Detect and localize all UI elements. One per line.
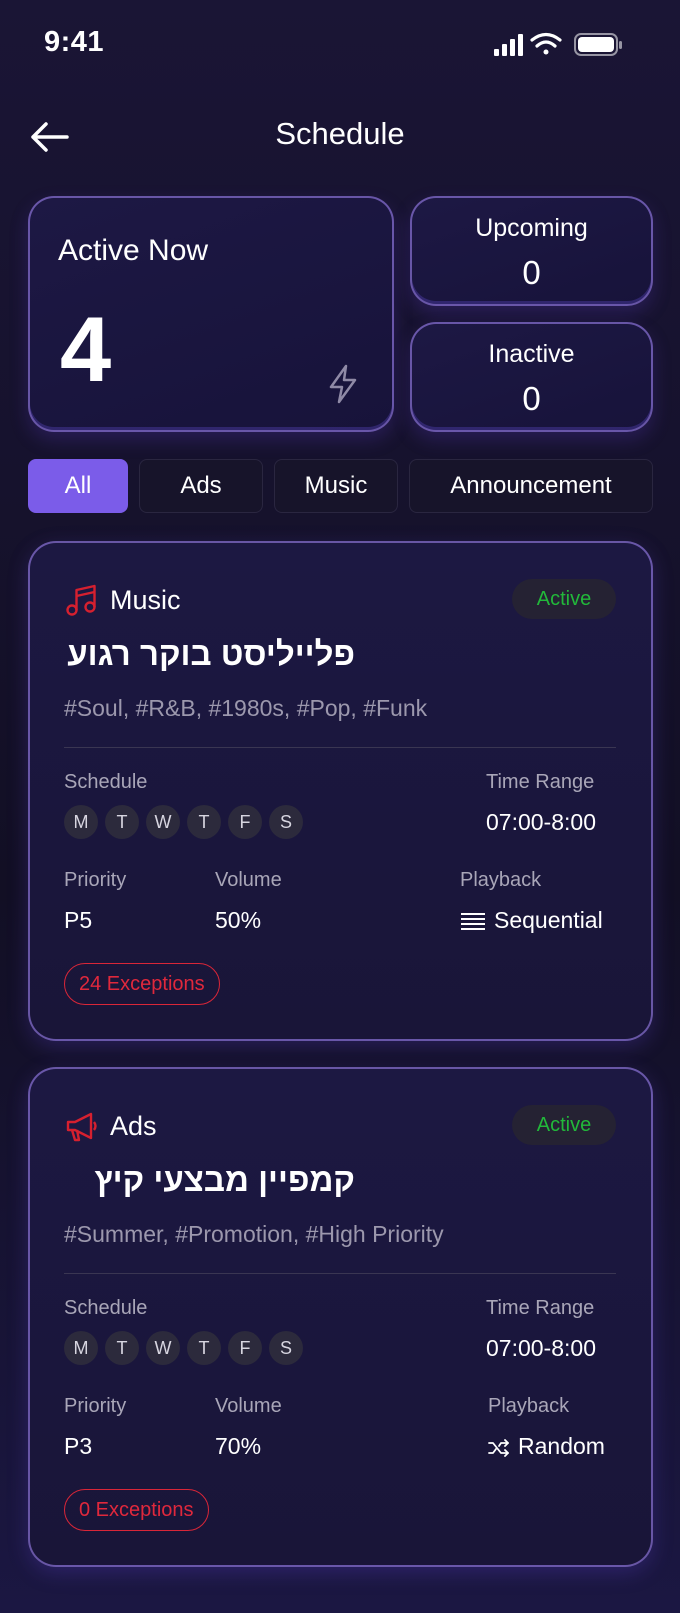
upcoming-card: Upcoming 0 [410,196,653,306]
tab-ads[interactable]: Ads [139,459,263,513]
upcoming-count: 0 [522,254,541,291]
music-note-icon [66,584,96,616]
schedule-card-music[interactable]: Music Active פלייליסט בוקר רגוע #Soul, #… [28,541,653,1041]
playback-value: Random [518,1433,605,1459]
volume-label: Volume [215,869,282,891]
inactive-count: 0 [522,380,541,417]
priority-label: Priority [64,869,127,891]
priority-value: P5 [64,907,93,933]
priority-value: P3 [64,1433,93,1459]
status-badge: Active [512,1105,616,1145]
schedule-card-ads[interactable]: Ads Active קמפיין מבצעי קיץ #Summer, #Pr… [28,1067,653,1567]
shuffle-icon [488,1439,509,1457]
schedule-title: פלייליסט בוקר רגוע [67,635,355,672]
day-chip: S [269,1331,303,1365]
priority-label: Priority [64,1395,127,1417]
day-chip: T [187,805,221,839]
volume-value: 50% [215,907,262,933]
day-chip: W [146,1331,180,1365]
day-chip: M [64,1331,98,1365]
day-chip: S [269,805,303,839]
inactive-card: Inactive 0 [410,322,653,432]
active-now-label: Active Now [58,234,209,267]
time-range-value: 07:00-8:00 [486,809,596,835]
schedule-tags: #Summer, #Promotion, #High Priority [64,1221,444,1247]
inactive-label: Inactive [488,340,575,368]
day-chip: T [105,1331,139,1365]
volume-value: 70% [215,1433,262,1459]
divider [64,1273,616,1274]
time-range-label: Time Range [486,1297,595,1319]
schedule-days: M T W T F S [64,805,303,839]
tab-music[interactable]: Music [274,459,398,513]
schedule-title: קמפיין מבצעי קיץ [94,1161,355,1198]
playback-value: Sequential [494,907,603,933]
day-chip: W [146,805,180,839]
day-chip: F [228,805,262,839]
wifi-icon [530,32,562,55]
playback-label: Playback [488,1395,570,1417]
tab-all[interactable]: All [28,459,128,513]
status-time: 9:41 [44,26,105,58]
active-now-card: Active Now 4 [28,196,394,432]
day-chip: F [228,1331,262,1365]
megaphone-icon [66,1112,97,1142]
list-icon [461,912,485,930]
day-chip: T [105,805,139,839]
time-range-value: 07:00-8:00 [486,1335,596,1361]
schedule-type: Ads [110,1111,157,1141]
day-chip: M [64,805,98,839]
tab-announcement[interactable]: Announcement [409,459,653,513]
page-title: Schedule [275,116,405,151]
schedule-label: Schedule [64,771,148,793]
exceptions-button[interactable]: 0 Exceptions [64,1489,209,1531]
schedule-screen: 9:41 Schedule Active Now 4 Upcoming 0 In… [0,0,680,1613]
playback-label: Playback [460,869,542,891]
schedule-days: M T W T F S [64,1331,303,1365]
status-icons [494,32,622,56]
exceptions-button[interactable]: 24 Exceptions [64,963,220,1005]
upcoming-label: Upcoming [475,214,588,242]
signal-icon [494,34,523,56]
status-badge: Active [512,579,616,619]
schedule-label: Schedule [64,1297,148,1319]
divider [64,747,616,748]
playback-value-row: Sequential [460,907,603,934]
playback-value-row: Random [488,1433,605,1460]
day-chip: T [187,1331,221,1365]
battery-icon [574,33,622,56]
schedule-type: Music [110,585,181,615]
lightning-icon [329,364,357,404]
volume-label: Volume [215,1395,282,1417]
time-range-label: Time Range [486,771,595,793]
schedule-tags: #Soul, #R&B, #1980s, #Pop, #Funk [64,695,428,721]
active-now-count: 4 [60,299,112,401]
